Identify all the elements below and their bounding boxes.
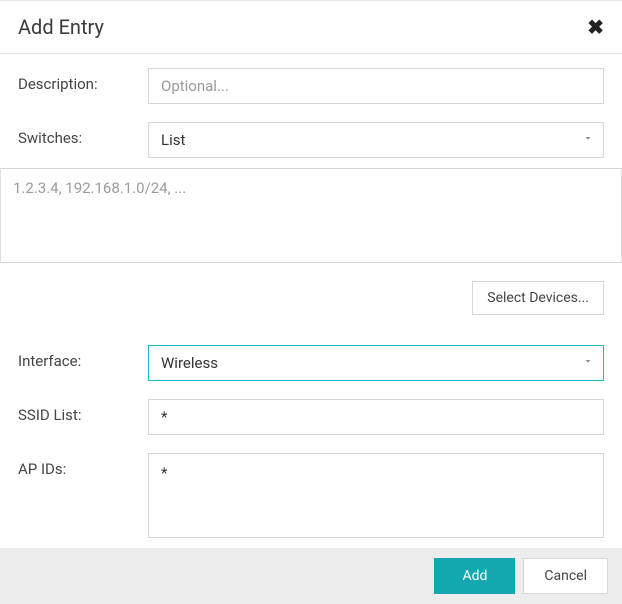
interface-label: Interface: xyxy=(18,345,148,370)
dialog-body: Description: Switches: List Select Devic… xyxy=(0,54,622,554)
dialog-footer: Add Cancel xyxy=(0,548,622,604)
select-devices-button[interactable]: Select Devices... xyxy=(472,281,604,315)
iplist-textarea[interactable] xyxy=(0,168,622,263)
ap-ids-label: AP IDs: xyxy=(18,453,148,478)
switches-label: Switches: xyxy=(18,122,148,147)
dialog-title: Add Entry xyxy=(18,15,104,39)
description-label: Description: xyxy=(18,68,148,93)
switches-select-value: List xyxy=(148,122,604,158)
switches-select[interactable]: List xyxy=(148,122,604,158)
description-row: Description: xyxy=(18,68,604,104)
interface-select[interactable]: Wireless xyxy=(148,345,604,381)
ap-ids-row: AP IDs: xyxy=(18,453,604,542)
ssid-list-input[interactable] xyxy=(148,399,604,435)
switches-row: Switches: List xyxy=(18,122,604,158)
dialog-header: Add Entry ✖ xyxy=(0,1,622,54)
ap-ids-textarea[interactable] xyxy=(148,453,604,538)
interface-row: Interface: Wireless xyxy=(18,345,604,381)
ssid-list-row: SSID List: xyxy=(18,399,604,435)
add-button[interactable]: Add xyxy=(434,558,515,594)
ssid-list-label: SSID List: xyxy=(18,399,148,424)
interface-select-value: Wireless xyxy=(148,345,604,381)
select-devices-row: Select Devices... xyxy=(18,281,604,315)
cancel-button[interactable]: Cancel xyxy=(523,558,608,594)
close-icon[interactable]: ✖ xyxy=(587,17,604,37)
add-entry-dialog: Add Entry ✖ Description: Switches: List xyxy=(0,0,622,604)
iplist-row xyxy=(0,168,622,267)
description-input[interactable] xyxy=(148,68,604,104)
